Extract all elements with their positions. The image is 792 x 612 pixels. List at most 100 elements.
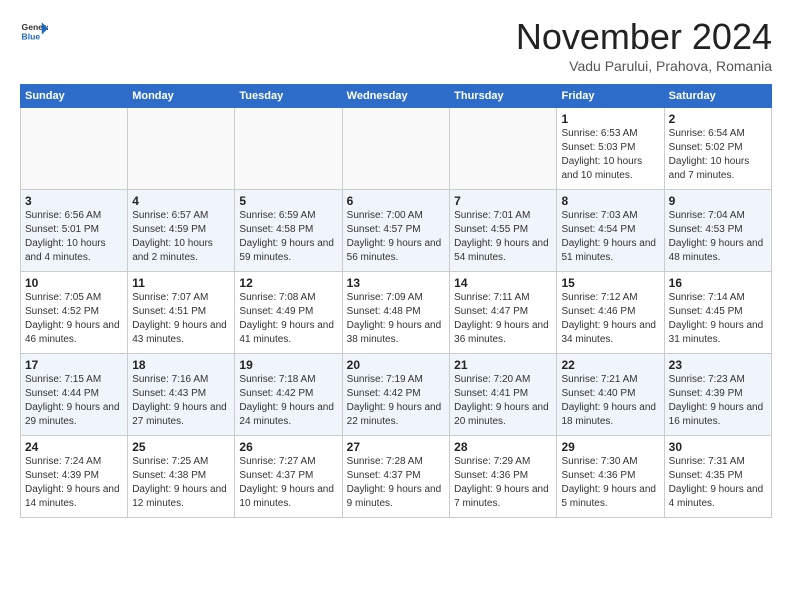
calendar-week-row: 1Sunrise: 6:53 AM Sunset: 5:03 PM Daylig…	[21, 108, 772, 190]
day-number: 30	[669, 440, 767, 454]
day-info: Sunrise: 7:25 AM Sunset: 4:38 PM Dayligh…	[132, 455, 230, 511]
day-info: Sunrise: 7:08 AM Sunset: 4:49 PM Dayligh…	[239, 291, 337, 347]
day-number: 17	[25, 358, 123, 372]
table-row	[21, 108, 128, 190]
table-row: 29Sunrise: 7:30 AM Sunset: 4:36 PM Dayli…	[557, 436, 664, 518]
calendar-week-row: 10Sunrise: 7:05 AM Sunset: 4:52 PM Dayli…	[21, 272, 772, 354]
day-info: Sunrise: 7:23 AM Sunset: 4:39 PM Dayligh…	[669, 373, 767, 429]
table-row: 2Sunrise: 6:54 AM Sunset: 5:02 PM Daylig…	[664, 108, 771, 190]
location-subtitle: Vadu Parului, Prahova, Romania	[516, 58, 772, 74]
calendar-week-row: 24Sunrise: 7:24 AM Sunset: 4:39 PM Dayli…	[21, 436, 772, 518]
day-info: Sunrise: 6:53 AM Sunset: 5:03 PM Dayligh…	[561, 127, 659, 183]
table-row: 23Sunrise: 7:23 AM Sunset: 4:39 PM Dayli…	[664, 354, 771, 436]
day-number: 20	[347, 358, 445, 372]
col-wednesday: Wednesday	[342, 85, 449, 108]
col-friday: Friday	[557, 85, 664, 108]
day-info: Sunrise: 7:04 AM Sunset: 4:53 PM Dayligh…	[669, 209, 767, 265]
day-number: 10	[25, 276, 123, 290]
table-row: 26Sunrise: 7:27 AM Sunset: 4:37 PM Dayli…	[235, 436, 342, 518]
table-row: 7Sunrise: 7:01 AM Sunset: 4:55 PM Daylig…	[450, 190, 557, 272]
day-number: 3	[25, 194, 123, 208]
table-row: 18Sunrise: 7:16 AM Sunset: 4:43 PM Dayli…	[128, 354, 235, 436]
table-row: 27Sunrise: 7:28 AM Sunset: 4:37 PM Dayli…	[342, 436, 449, 518]
day-number: 6	[347, 194, 445, 208]
table-row: 19Sunrise: 7:18 AM Sunset: 4:42 PM Dayli…	[235, 354, 342, 436]
day-info: Sunrise: 7:31 AM Sunset: 4:35 PM Dayligh…	[669, 455, 767, 511]
month-title: November 2024	[516, 16, 772, 58]
day-info: Sunrise: 7:12 AM Sunset: 4:46 PM Dayligh…	[561, 291, 659, 347]
day-number: 24	[25, 440, 123, 454]
day-number: 13	[347, 276, 445, 290]
table-row: 30Sunrise: 7:31 AM Sunset: 4:35 PM Dayli…	[664, 436, 771, 518]
day-info: Sunrise: 7:11 AM Sunset: 4:47 PM Dayligh…	[454, 291, 552, 347]
day-info: Sunrise: 7:21 AM Sunset: 4:40 PM Dayligh…	[561, 373, 659, 429]
table-row: 22Sunrise: 7:21 AM Sunset: 4:40 PM Dayli…	[557, 354, 664, 436]
day-info: Sunrise: 7:01 AM Sunset: 4:55 PM Dayligh…	[454, 209, 552, 265]
day-info: Sunrise: 6:57 AM Sunset: 4:59 PM Dayligh…	[132, 209, 230, 265]
day-number: 25	[132, 440, 230, 454]
table-row	[128, 108, 235, 190]
col-saturday: Saturday	[664, 85, 771, 108]
day-number: 26	[239, 440, 337, 454]
calendar-week-row: 17Sunrise: 7:15 AM Sunset: 4:44 PM Dayli…	[21, 354, 772, 436]
day-number: 16	[669, 276, 767, 290]
day-number: 4	[132, 194, 230, 208]
day-number: 28	[454, 440, 552, 454]
table-row: 4Sunrise: 6:57 AM Sunset: 4:59 PM Daylig…	[128, 190, 235, 272]
day-info: Sunrise: 7:03 AM Sunset: 4:54 PM Dayligh…	[561, 209, 659, 265]
day-number: 9	[669, 194, 767, 208]
day-info: Sunrise: 7:16 AM Sunset: 4:43 PM Dayligh…	[132, 373, 230, 429]
table-row: 3Sunrise: 6:56 AM Sunset: 5:01 PM Daylig…	[21, 190, 128, 272]
table-row: 21Sunrise: 7:20 AM Sunset: 4:41 PM Dayli…	[450, 354, 557, 436]
day-number: 15	[561, 276, 659, 290]
table-row: 14Sunrise: 7:11 AM Sunset: 4:47 PM Dayli…	[450, 272, 557, 354]
day-info: Sunrise: 7:30 AM Sunset: 4:36 PM Dayligh…	[561, 455, 659, 511]
table-row	[342, 108, 449, 190]
day-number: 29	[561, 440, 659, 454]
day-info: Sunrise: 6:56 AM Sunset: 5:01 PM Dayligh…	[25, 209, 123, 265]
table-row: 10Sunrise: 7:05 AM Sunset: 4:52 PM Dayli…	[21, 272, 128, 354]
table-row: 16Sunrise: 7:14 AM Sunset: 4:45 PM Dayli…	[664, 272, 771, 354]
table-row: 24Sunrise: 7:24 AM Sunset: 4:39 PM Dayli…	[21, 436, 128, 518]
day-info: Sunrise: 7:28 AM Sunset: 4:37 PM Dayligh…	[347, 455, 445, 511]
day-info: Sunrise: 7:20 AM Sunset: 4:41 PM Dayligh…	[454, 373, 552, 429]
day-info: Sunrise: 7:05 AM Sunset: 4:52 PM Dayligh…	[25, 291, 123, 347]
col-thursday: Thursday	[450, 85, 557, 108]
day-number: 8	[561, 194, 659, 208]
day-number: 27	[347, 440, 445, 454]
day-info: Sunrise: 7:09 AM Sunset: 4:48 PM Dayligh…	[347, 291, 445, 347]
table-row: 15Sunrise: 7:12 AM Sunset: 4:46 PM Dayli…	[557, 272, 664, 354]
day-number: 22	[561, 358, 659, 372]
table-row: 13Sunrise: 7:09 AM Sunset: 4:48 PM Dayli…	[342, 272, 449, 354]
day-info: Sunrise: 7:27 AM Sunset: 4:37 PM Dayligh…	[239, 455, 337, 511]
table-row: 28Sunrise: 7:29 AM Sunset: 4:36 PM Dayli…	[450, 436, 557, 518]
table-row: 25Sunrise: 7:25 AM Sunset: 4:38 PM Dayli…	[128, 436, 235, 518]
day-number: 5	[239, 194, 337, 208]
day-number: 23	[669, 358, 767, 372]
day-info: Sunrise: 6:54 AM Sunset: 5:02 PM Dayligh…	[669, 127, 767, 183]
calendar-table: Sunday Monday Tuesday Wednesday Thursday…	[20, 84, 772, 518]
table-row: 20Sunrise: 7:19 AM Sunset: 4:42 PM Dayli…	[342, 354, 449, 436]
table-row	[450, 108, 557, 190]
table-row: 12Sunrise: 7:08 AM Sunset: 4:49 PM Dayli…	[235, 272, 342, 354]
day-number: 12	[239, 276, 337, 290]
table-row: 1Sunrise: 6:53 AM Sunset: 5:03 PM Daylig…	[557, 108, 664, 190]
day-info: Sunrise: 7:07 AM Sunset: 4:51 PM Dayligh…	[132, 291, 230, 347]
day-number: 19	[239, 358, 337, 372]
svg-text:Blue: Blue	[22, 31, 41, 41]
day-number: 7	[454, 194, 552, 208]
page-header: General Blue November 2024 Vadu Parului,…	[20, 16, 772, 74]
day-number: 11	[132, 276, 230, 290]
day-info: Sunrise: 7:00 AM Sunset: 4:57 PM Dayligh…	[347, 209, 445, 265]
col-sunday: Sunday	[21, 85, 128, 108]
logo: General Blue	[20, 16, 48, 44]
day-info: Sunrise: 7:24 AM Sunset: 4:39 PM Dayligh…	[25, 455, 123, 511]
day-info: Sunrise: 7:29 AM Sunset: 4:36 PM Dayligh…	[454, 455, 552, 511]
day-number: 18	[132, 358, 230, 372]
table-row: 6Sunrise: 7:00 AM Sunset: 4:57 PM Daylig…	[342, 190, 449, 272]
table-row: 9Sunrise: 7:04 AM Sunset: 4:53 PM Daylig…	[664, 190, 771, 272]
calendar-week-row: 3Sunrise: 6:56 AM Sunset: 5:01 PM Daylig…	[21, 190, 772, 272]
day-info: Sunrise: 6:59 AM Sunset: 4:58 PM Dayligh…	[239, 209, 337, 265]
day-number: 21	[454, 358, 552, 372]
calendar-header-row: Sunday Monday Tuesday Wednesday Thursday…	[21, 85, 772, 108]
